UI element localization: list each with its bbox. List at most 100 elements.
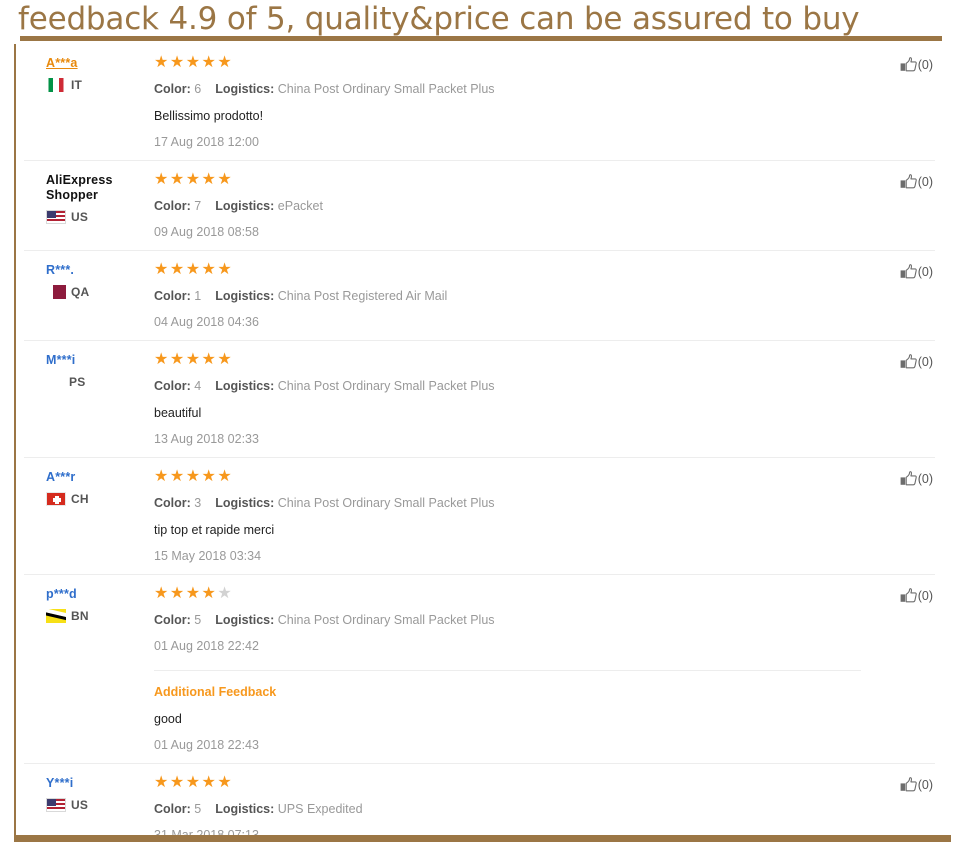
thumbs-up-icon[interactable] (900, 174, 917, 192)
star-icon: ★ (169, 774, 186, 791)
flag-it-icon (46, 78, 66, 92)
review-item: p***d BN ★★★★★ Color: 5 Logistics: China Pos… (24, 575, 935, 764)
reviewer-name[interactable]: A***r (46, 470, 152, 485)
rating-stars: ★★★★★ (154, 585, 861, 603)
star-icon: ★ (217, 774, 234, 791)
star-icon: ★ (201, 774, 218, 791)
review-meta: Color: 7 Logistics: ePacket (154, 199, 861, 214)
review-user-column: Y***i US (24, 776, 152, 843)
star-icon: ★ (154, 54, 170, 71)
review-meta: Color: 5 Logistics: China Post Ordinary S… (154, 613, 861, 628)
star-icon: ★ (201, 54, 218, 71)
reviewer-name[interactable]: R***. (46, 263, 152, 278)
thumbs-up-icon[interactable] (900, 57, 917, 75)
helpful-column[interactable]: (0) (861, 353, 935, 447)
review-date: 15 May 2018 03:34 (154, 549, 262, 563)
color-value: 1 (194, 289, 202, 303)
flag-qa-icon (46, 285, 66, 299)
review-content: ★★★★★Color: 5Logistics: UPS Expedited31 … (152, 774, 861, 843)
logistics-value: China Post Ordinary Small Packet Plus (277, 379, 495, 393)
bottom-accent-bar (16, 835, 951, 842)
review-date: 13 Aug 2018 02:33 (154, 432, 259, 446)
reviewer-name[interactable]: AliExpress Shopper (46, 173, 152, 203)
helpful-column[interactable]: (0) (861, 173, 935, 240)
review-user-column: A***a IT (24, 56, 152, 150)
star-icon: ★ (217, 261, 234, 278)
reviewer-name[interactable]: p***d (46, 587, 152, 602)
review-item: A***r CH ★★★★★ Color: 3 Logistics: China Pos… (24, 458, 935, 575)
helpful-count: (0) (917, 265, 933, 279)
reviewer-name[interactable]: M***i (46, 353, 152, 368)
star-icon: ★ (201, 585, 218, 602)
review-content: ★★★★★ Color: 3 Logistics: China Post Ordin… (152, 468, 861, 564)
color-value: 6 (194, 82, 202, 96)
color-label: Color: (154, 289, 191, 303)
thumbs-up-icon[interactable] (900, 264, 917, 282)
review-text: Bellissimo prodotto! (154, 109, 264, 123)
review-user-column: p***d BN (24, 587, 152, 753)
star-icon: ★ (154, 468, 170, 485)
star-icon: ★ (217, 351, 234, 368)
review-date: 04 Aug 2018 04:36 (154, 315, 259, 329)
helpful-column[interactable]: (0) (861, 470, 935, 564)
color-value: 5 (194, 613, 202, 627)
country-code: US (71, 798, 89, 812)
helpful-count: (0) (917, 58, 933, 72)
review-meta: Color: 3 Logistics: China Post Ordinary S… (154, 496, 861, 511)
star-icon: ★ (185, 171, 202, 188)
reviewer-name[interactable]: A***a (46, 56, 152, 71)
feedback-banner: feedback 4.9 of 5, quality&price can be … (0, 0, 960, 44)
star-icon: ★ (201, 468, 218, 485)
helpful-column[interactable]: (0) (861, 263, 935, 330)
star-icon: ★ (169, 585, 186, 602)
logistics-label: Logistics: (215, 289, 275, 303)
review-content: ★★★★★ Color: 6 Logistics: China Post Ordin… (152, 54, 861, 150)
thumbs-up-icon[interactable] (900, 354, 917, 372)
review-content: ★★★★★ Color: 5 Logistics: China Post Ordin… (152, 585, 861, 753)
logistics-value: ePacket (277, 199, 323, 213)
star-icon: ★ (169, 171, 186, 188)
review-meta: Color: 1 Logistics: China Post Registered… (154, 289, 861, 304)
review-date: 01 Aug 2018 22:42 (154, 639, 259, 653)
helpful-column[interactable]: (0) (861, 776, 935, 843)
country-code: US (71, 210, 89, 224)
thumbs-up-icon[interactable] (900, 471, 917, 489)
additional-feedback-text: good (154, 712, 182, 726)
review-text: tip top et rapide merci (154, 523, 275, 537)
rating-stars: ★★★★★ (154, 468, 861, 486)
review-user-column: M***i PS (24, 353, 152, 447)
review-user-column: A***r CH (24, 470, 152, 564)
review-content: ★★★★★ Color: 4 Logistics: China Post Ordin… (152, 351, 861, 447)
rating-stars: ★★★★★ (154, 351, 861, 369)
color-label: Color: (154, 496, 191, 510)
flag-us-icon (46, 210, 66, 224)
logistics-value: China Post Ordinary Small Packet Plus (277, 496, 495, 510)
star-icon: ★ (185, 585, 202, 602)
color-value: 5 (194, 802, 202, 816)
review-date: 17 Aug 2018 12:00 (154, 135, 259, 149)
logistics-label: Logistics: (215, 82, 275, 96)
reviewer-name[interactable]: Y***i (46, 776, 152, 791)
logistics-value: China Post Ordinary Small Packet Plus (277, 82, 495, 96)
flag-us-icon (46, 798, 66, 812)
country-code: IT (71, 78, 83, 92)
star-icon: ★ (185, 468, 202, 485)
logistics-value: China Post Ordinary Small Packet Plus (277, 613, 495, 627)
rating-stars: ★★★★★ (154, 54, 861, 72)
helpful-column[interactable]: (0) (861, 56, 935, 150)
star-icon: ★ (185, 351, 202, 368)
star-icon: ★ (154, 171, 170, 188)
helpful-column[interactable]: (0) (861, 587, 935, 753)
flag-bn-icon (46, 609, 66, 623)
country-code: QA (71, 285, 90, 299)
review-item: A***a IT ★★★★★ Color: 6 Logistics: China Pos… (24, 44, 935, 161)
review-item: AliExpress Shopper US ★★★★★ Color: 7 Logisti… (24, 161, 935, 251)
star-icon: ★ (154, 585, 170, 602)
star-icon: ★ (154, 774, 170, 791)
thumbs-up-icon[interactable] (900, 777, 917, 795)
reviewer-country: BN (46, 609, 152, 623)
rating-stars: ★★★★★ (154, 774, 861, 792)
color-label: Color: (154, 613, 191, 627)
banner-underline (20, 36, 942, 41)
thumbs-up-icon[interactable] (900, 588, 917, 606)
